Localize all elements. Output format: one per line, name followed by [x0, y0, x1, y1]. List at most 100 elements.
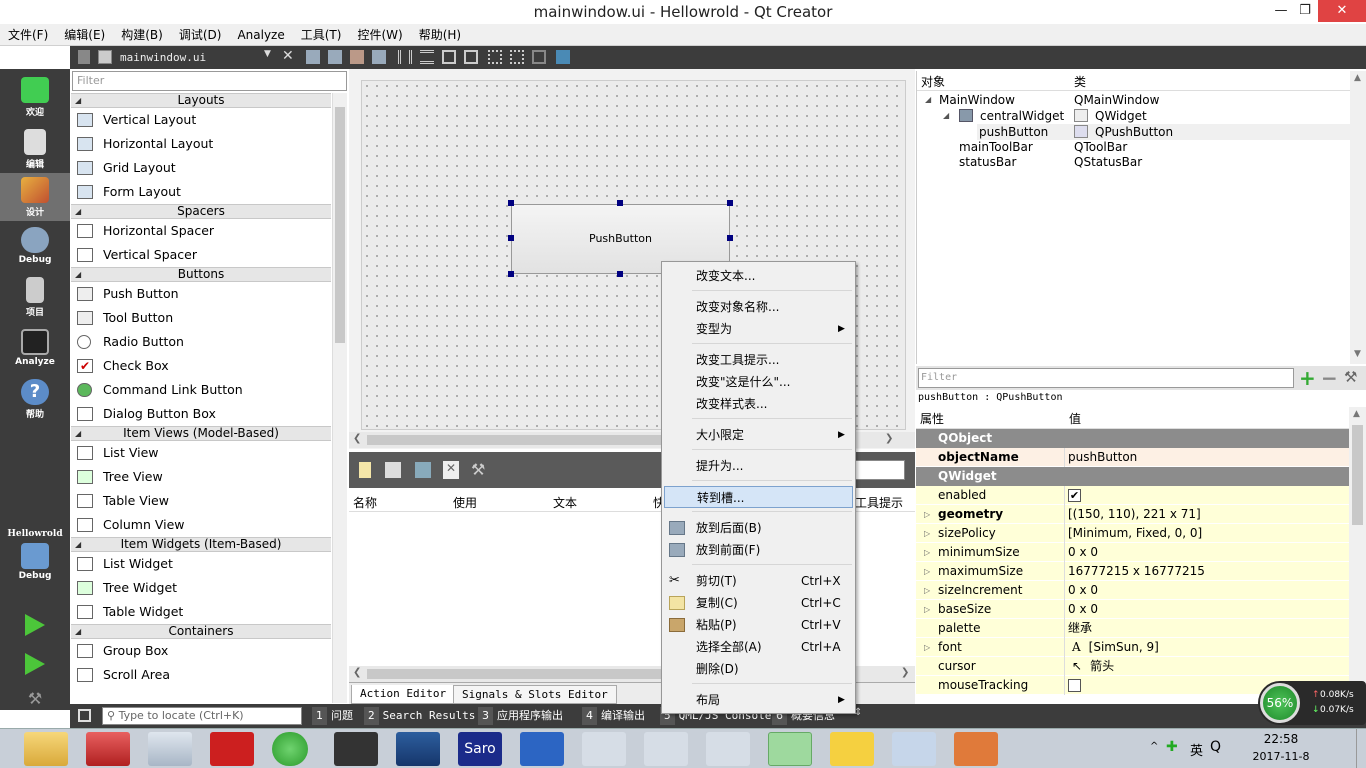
layout-vertical-icon[interactable]	[420, 50, 434, 64]
property-value[interactable]: 16777215 x 16777215	[1068, 562, 1348, 581]
property-row[interactable]: enabled ✔	[916, 486, 1349, 505]
expand-arrow-icon[interactable]: ▷	[924, 543, 930, 562]
category-layouts[interactable]: Layouts	[71, 93, 331, 108]
scrollbar-thumb[interactable]	[335, 107, 345, 343]
menu-item-go-to-slot[interactable]: 转到槽...	[664, 486, 853, 508]
property-row[interactable]: ▷ baseSize 0 x 0	[916, 600, 1349, 619]
selection-handle[interactable]	[508, 200, 514, 206]
property-row[interactable]: ▷ sizeIncrement 0 x 0	[916, 581, 1349, 600]
edit-tab-order-icon[interactable]	[372, 50, 386, 64]
column-header[interactable]: 工具提示	[855, 494, 903, 511]
scrollbar-thumb[interactable]	[367, 669, 663, 679]
mode-welcome[interactable]: 欢迎	[0, 77, 70, 118]
property-value[interactable]: ✔	[1068, 486, 1348, 505]
tray-expand-icon[interactable]: ^	[1150, 741, 1158, 752]
layout-grid-icon[interactable]	[510, 50, 524, 64]
document-name[interactable]: mainwindow.ui	[120, 51, 206, 64]
menu-item-delete[interactable]: 删除(D)	[664, 658, 853, 680]
tree-item-centralwidget[interactable]: centralWidget	[980, 108, 1064, 124]
tree-item-pushbutton[interactable]: pushButton	[979, 124, 1048, 140]
tree-item-maintoolbar[interactable]: mainToolBar	[959, 139, 1033, 155]
enabled-checkbox[interactable]: ✔	[1068, 489, 1081, 502]
qt-tools-icon[interactable]	[706, 732, 750, 766]
copy-action-icon[interactable]	[385, 462, 401, 478]
menu-debug[interactable]: 调试(D)	[171, 24, 230, 46]
action-filter-input[interactable]	[855, 460, 905, 480]
property-value[interactable]: [(150, 110), 221 x 71]	[1068, 505, 1348, 524]
ime-language[interactable]: 英	[1190, 740, 1203, 759]
scroll-up-icon[interactable]: ▲	[1353, 409, 1360, 419]
close-icon[interactable]: ✕	[1318, 0, 1366, 22]
ime-status-icon[interactable]: ✚	[1166, 739, 1178, 755]
scroll-left-icon[interactable]: ❮	[353, 433, 361, 444]
file-explorer-icon[interactable]	[24, 732, 68, 766]
tab-action-editor[interactable]: Action Editor	[351, 685, 456, 704]
toggle-sidebar-icon[interactable]	[78, 709, 91, 722]
widget-column-view[interactable]: Column View	[71, 513, 331, 537]
widget-table-view[interactable]: Table View	[71, 489, 331, 513]
menu-item-change-whats-this[interactable]: 改变"这是什么"...	[664, 371, 853, 393]
new-action-icon[interactable]	[359, 462, 371, 478]
scroll-left-icon[interactable]: ❮	[353, 667, 361, 678]
column-header[interactable]: 使用	[453, 494, 477, 511]
widget-group-box[interactable]: Group Box	[71, 639, 331, 663]
book-app-icon[interactable]	[334, 732, 378, 766]
dv-app-icon[interactable]	[396, 732, 440, 766]
chevron-down-icon[interactable]: ▼	[264, 49, 271, 59]
mousetracking-checkbox[interactable]	[1068, 679, 1081, 692]
column-header[interactable]: 对象	[921, 73, 945, 90]
adjust-size-icon[interactable]	[556, 50, 570, 64]
menu-edit[interactable]: 编辑(E)	[56, 24, 113, 46]
menu-item-morph-into[interactable]: 变型为 ▶	[664, 318, 853, 340]
configure-icon[interactable]: ⚒	[1344, 368, 1357, 386]
widget-check-box[interactable]: ✔ Check Box	[71, 354, 331, 378]
remove-property-icon[interactable]: −	[1321, 366, 1338, 390]
column-header[interactable]: 属性	[920, 410, 944, 427]
v4-app-icon[interactable]	[520, 732, 564, 766]
selection-handle[interactable]	[727, 200, 733, 206]
category-buttons[interactable]: Buttons	[71, 267, 331, 282]
category-containers[interactable]: Containers	[71, 624, 331, 639]
text-app-icon[interactable]	[830, 732, 874, 766]
selection-handle[interactable]	[617, 271, 623, 277]
selection-handle[interactable]	[727, 235, 733, 241]
menu-help[interactable]: 帮助(H)	[411, 24, 469, 46]
category-item-widgets[interactable]: Item Widgets (Item-Based)	[71, 537, 331, 552]
property-row[interactable]: ▷ font A [SimSun, 9]	[916, 638, 1349, 657]
expand-arrow-icon[interactable]: ▷	[924, 505, 930, 524]
widget-tree-view[interactable]: Tree View	[71, 465, 331, 489]
layout-horizontal-icon[interactable]	[398, 50, 412, 64]
widget-tool-button[interactable]: Tool Button	[71, 306, 331, 330]
expand-arrow-icon[interactable]: ◢	[925, 92, 931, 108]
build-button[interactable]: ⚒	[0, 689, 70, 708]
clock-time[interactable]: 22:58	[1246, 732, 1316, 746]
close-document-icon[interactable]: ✕	[282, 48, 294, 64]
kit-selector[interactable]: Hellowrold Debug	[0, 529, 70, 581]
category-item-views[interactable]: Item Views (Model-Based)	[71, 426, 331, 441]
tree-item-statusbar[interactable]: statusBar	[959, 154, 1016, 170]
menu-widgets[interactable]: 控件(W)	[349, 24, 410, 46]
menu-item-paste[interactable]: 粘贴(P) Ctrl+V	[664, 614, 853, 636]
property-value[interactable]: 0 x 0	[1068, 581, 1348, 600]
property-row[interactable]: ▷ sizePolicy [Minimum, Fixed, 0, 0]	[916, 524, 1349, 543]
widget-filter-input[interactable]: Filter	[72, 71, 347, 91]
property-value[interactable]: 0 x 0	[1068, 543, 1348, 562]
menu-item-cut[interactable]: ✂ 剪切(T) Ctrl+X	[664, 570, 853, 592]
edit-widgets-icon[interactable]	[306, 50, 320, 64]
property-row[interactable]: palette 继承	[916, 619, 1349, 638]
widget-form-layout[interactable]: Form Layout	[71, 180, 331, 204]
property-value[interactable]: [Minimum, Fixed, 0, 0]	[1068, 524, 1348, 543]
layout-splitter-v-icon[interactable]	[464, 50, 478, 64]
widget-grid-layout[interactable]: Grid Layout	[71, 156, 331, 180]
scroll-right-icon[interactable]: ❯	[885, 433, 893, 444]
widget-tree-widget[interactable]: Tree Widget	[71, 576, 331, 600]
menu-item-size-constraints[interactable]: 大小限定 ▶	[664, 424, 853, 446]
widget-list-widget[interactable]: List Widget	[71, 552, 331, 576]
mc-app-icon[interactable]	[954, 732, 998, 766]
column-header[interactable]: 类	[1074, 73, 1086, 90]
ti-app-icon[interactable]	[210, 732, 254, 766]
qt-tools-icon[interactable]	[582, 732, 626, 766]
tree-item-mainwindow[interactable]: MainWindow	[939, 92, 1015, 108]
expand-arrow-icon[interactable]: ▷	[924, 581, 930, 600]
mode-design[interactable]: 设计	[0, 173, 70, 221]
